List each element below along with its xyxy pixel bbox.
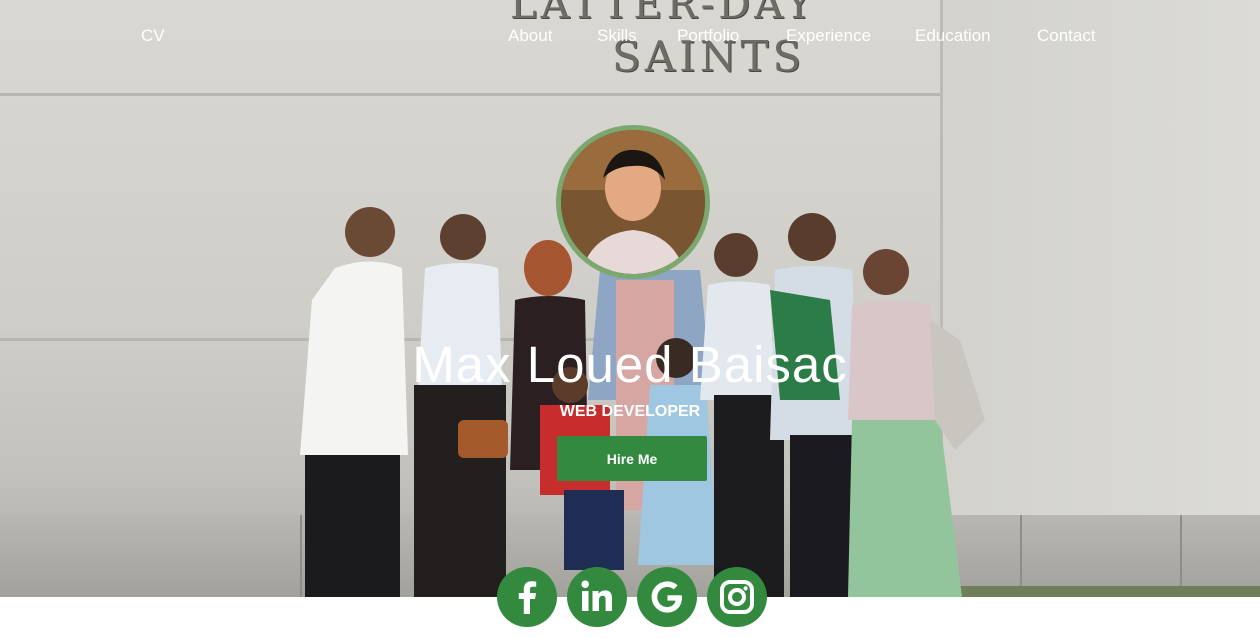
- nav-item-education[interactable]: Education: [915, 26, 991, 46]
- hire-me-button[interactable]: Hire Me: [557, 436, 707, 481]
- nav-item-contact[interactable]: Contact: [1037, 26, 1096, 46]
- nav-item-about[interactable]: About: [508, 26, 552, 46]
- hero-section: LATTER-DAY SAINTS: [0, 0, 1260, 597]
- nav-item-experience[interactable]: Experience: [786, 26, 871, 46]
- linkedin-icon: [581, 580, 612, 611]
- instagram-link[interactable]: [707, 567, 767, 627]
- avatar-photo: [561, 130, 705, 274]
- nav-item-portfolio[interactable]: Portfolio: [677, 26, 739, 46]
- facebook-link[interactable]: [497, 567, 557, 627]
- google-icon: [651, 581, 682, 613]
- google-link[interactable]: [637, 567, 697, 627]
- group-photo: [300, 207, 985, 597]
- profile-name: Max Loued Baisac: [412, 336, 848, 393]
- nav-brand-cv[interactable]: CV: [141, 26, 165, 46]
- profile-role: WEB DEVELOPER: [559, 403, 701, 420]
- linkedin-link[interactable]: [567, 567, 627, 627]
- nav-item-skills[interactable]: Skills: [597, 26, 637, 46]
- profile-avatar: [556, 125, 710, 279]
- facebook-icon: [518, 581, 537, 614]
- instagram-icon: [720, 580, 754, 614]
